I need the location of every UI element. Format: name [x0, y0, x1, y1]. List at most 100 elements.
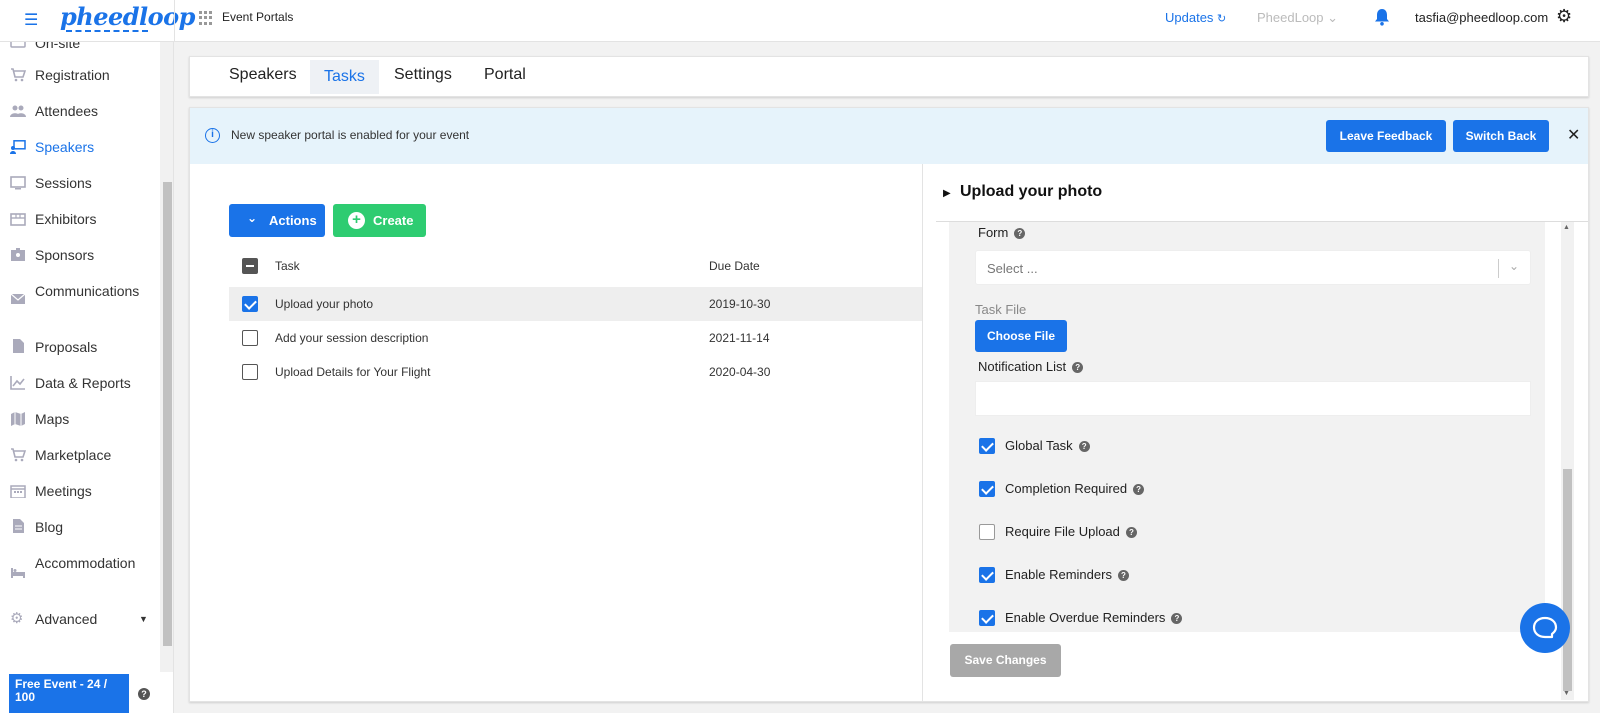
sidebar-item-label: Proposals [35, 339, 98, 355]
banner-text: New speaker portal is enabled for your e… [231, 128, 470, 142]
help-icon[interactable]: ? [1171, 613, 1183, 624]
caret-down-icon[interactable]: ▼ [139, 614, 148, 624]
select-all-checkbox[interactable] [242, 258, 258, 274]
help-icon[interactable]: ? [1078, 441, 1090, 452]
task-file-label: Task File [975, 302, 1027, 317]
notification-list-input[interactable] [975, 381, 1531, 416]
org-dropdown[interactable]: PheedLoop ⌄ [1257, 10, 1338, 26]
content-card: i New speaker portal is enabled for your… [189, 107, 1589, 702]
save-changes-button[interactable]: Save Changes [950, 644, 1061, 677]
help-icon[interactable]: ? [1133, 484, 1145, 495]
tab-settings[interactable]: Settings [380, 57, 466, 93]
chart-icon [10, 376, 25, 390]
create-button[interactable]: + Create [333, 204, 426, 237]
tab-tasks[interactable]: Tasks [310, 60, 379, 94]
help-icon[interactable]: ? [1072, 362, 1084, 373]
badge-icon [11, 248, 25, 261]
table-row[interactable]: Upload your photo 2019-10-30 [229, 287, 922, 321]
scroll-down-icon[interactable]: ▼ [1563, 690, 1570, 697]
require-file-upload-checkbox[interactable] [979, 524, 995, 540]
row-checkbox[interactable] [242, 364, 258, 380]
enable-reminders-label: Enable Reminders? [1005, 567, 1129, 582]
people-icon [10, 105, 26, 117]
plan-badge[interactable]: Free Event - 24 / 100 [9, 674, 129, 713]
task-form: Form? Select ... ⌄ Task File Choose File… [949, 222, 1545, 632]
help-icon[interactable]: ? [1117, 570, 1129, 581]
chevron-down-icon[interactable]: ⌄ [1509, 259, 1519, 273]
sidebar-item-label: Communications [35, 283, 140, 299]
close-icon[interactable]: ✕ [1567, 125, 1580, 145]
global-task-checkbox[interactable] [979, 438, 995, 454]
grid-icon[interactable] [199, 11, 213, 25]
task-name: Add your session description [275, 331, 429, 345]
leave-feedback-button[interactable]: Leave Feedback [1326, 120, 1446, 152]
tab-speakers[interactable]: Speakers [215, 57, 311, 93]
sidebar-item-label: Accommodation [35, 555, 136, 571]
divider [174, 0, 175, 42]
row-checkbox[interactable] [242, 296, 258, 312]
sidebar-item-label: Meetings [35, 483, 92, 499]
onsite-icon [10, 42, 26, 48]
global-task-label: Global Task? [1005, 438, 1090, 453]
help-icon[interactable]: ? [1014, 228, 1026, 239]
table-row[interactable]: Add your session description 2021-11-14 [229, 321, 922, 355]
screen-icon [10, 176, 26, 190]
cart-icon [11, 448, 26, 462]
hamburger-menu-icon[interactable]: ☰ [24, 10, 38, 30]
option-label: Global Task [1005, 438, 1073, 453]
column-header-task: Task [275, 259, 300, 273]
updates-label: Updates [1165, 10, 1214, 25]
user-email[interactable]: tasfia@pheedloop.com [1415, 10, 1548, 25]
actions-button[interactable]: ⌄ Actions [229, 204, 325, 237]
chat-launcher-button[interactable] [1520, 603, 1570, 653]
top-bar: ☰ pheedloop Event Portals Updates ↻ Phee… [0, 0, 1600, 42]
form-select[interactable]: Select ... ⌄ [975, 250, 1531, 285]
gear-icon[interactable]: ⚙ [1556, 6, 1572, 27]
notification-list-label: Notification List? [978, 359, 1084, 374]
bell-icon[interactable] [1374, 8, 1390, 26]
tab-portal[interactable]: Portal [470, 57, 540, 93]
choose-file-button[interactable]: Choose File [975, 320, 1067, 352]
enable-reminders-checkbox[interactable] [979, 567, 995, 583]
task-list-pane: ⌄ Actions + Create Task Due Date Upload … [190, 164, 922, 701]
chat-icon [1532, 616, 1558, 639]
org-dropdown-label: PheedLoop [1257, 10, 1324, 25]
refresh-icon: ↻ [1217, 13, 1227, 25]
completion-required-checkbox[interactable] [979, 481, 995, 497]
option-label: Enable Reminders [1005, 567, 1112, 582]
caret-right-icon[interactable]: ▶ [943, 188, 951, 199]
table-header: Task Due Date [229, 252, 922, 280]
event-portals-link[interactable]: Event Portals [222, 10, 293, 24]
gear-icon: ⚙ [10, 610, 24, 627]
sidebar-item-label: Speakers [35, 139, 95, 155]
sidebar-item-label: Registration [35, 67, 110, 83]
detail-scroll-thumb[interactable] [1563, 469, 1572, 691]
task-due-date: 2019-10-30 [709, 297, 771, 311]
sidebar: On-site Registration Attendees Speakers … [0, 42, 174, 713]
scroll-up-icon[interactable]: ▲ [1563, 224, 1570, 231]
mail-icon [10, 293, 26, 304]
map-icon [11, 412, 25, 426]
help-icon[interactable]: ? [138, 688, 150, 700]
option-label: Enable Overdue Reminders [1005, 610, 1166, 625]
form-label-text: Form [978, 225, 1009, 240]
presenter-icon [10, 140, 26, 154]
table-row[interactable]: Upload Details for Your Flight 2020-04-3… [229, 355, 922, 389]
row-checkbox[interactable] [242, 330, 258, 346]
plus-icon: + [348, 212, 365, 229]
completion-required-label: Completion Required? [1005, 481, 1145, 496]
enable-overdue-reminders-checkbox[interactable] [979, 610, 995, 626]
sidebar-item-label: Marketplace [35, 447, 112, 463]
chevron-down-icon: ⌄ [1327, 10, 1339, 25]
sidebar-item-label: Maps [35, 411, 70, 427]
portal-banner: i New speaker portal is enabled for your… [190, 108, 1588, 164]
sidebar-item-label: Blog [35, 519, 64, 535]
option-label: Require File Upload [1005, 524, 1120, 539]
switch-back-button[interactable]: Switch Back [1453, 120, 1549, 152]
updates-link[interactable]: Updates ↻ [1165, 10, 1226, 25]
help-icon[interactable]: ? [1125, 527, 1137, 538]
form-field-label: Form? [978, 225, 1026, 240]
sidebar-scroll-thumb[interactable] [163, 182, 172, 646]
actions-label: Actions [269, 213, 317, 228]
task-name: Upload your photo [275, 297, 374, 311]
